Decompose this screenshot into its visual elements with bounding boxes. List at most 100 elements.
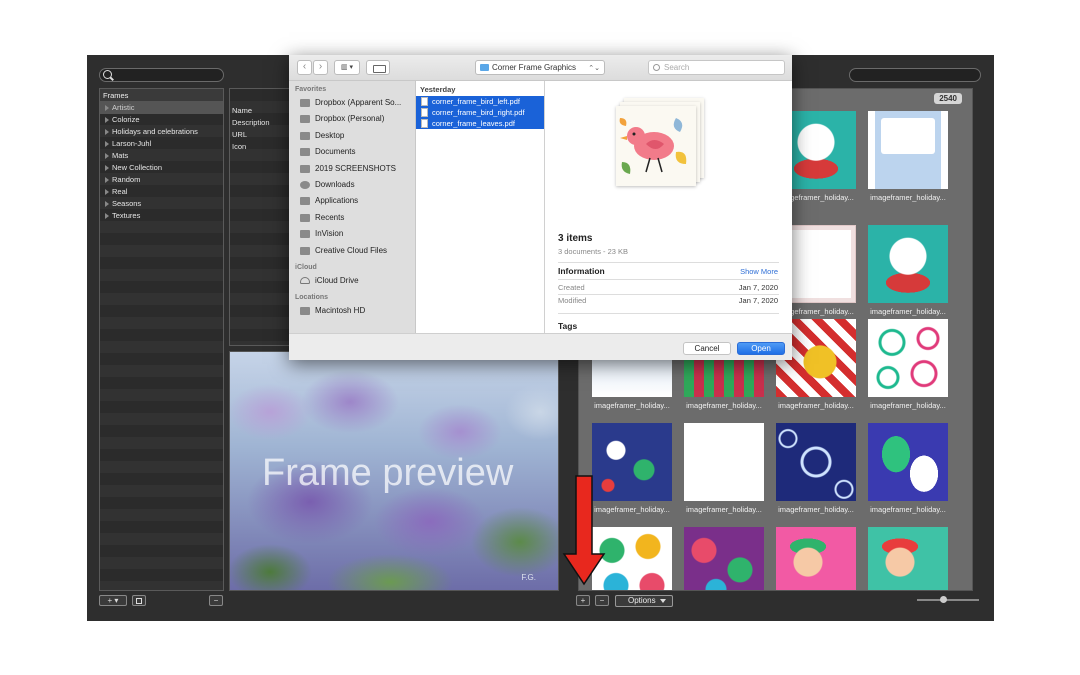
detail-field-label: Description — [232, 118, 270, 127]
items-count: 3 items — [558, 233, 593, 244]
folder-icon — [300, 115, 310, 124]
dialog-sidebar-item[interactable]: InVision — [289, 226, 415, 242]
file-row[interactable]: corner_frame_leaves.pdf — [416, 118, 544, 129]
file-stack-thumbnail — [616, 98, 704, 188]
disclosure-triangle-icon[interactable] — [105, 177, 109, 183]
image-thumbnail[interactable] — [776, 527, 856, 590]
image-grid-item[interactable]: imageframer_holiday... — [868, 319, 948, 410]
new-folder-button[interactable] — [366, 60, 390, 75]
image-grid-item[interactable]: imageframer_holiday... — [868, 111, 948, 202]
open-button[interactable]: Open — [737, 342, 785, 355]
sidebar-item-label: Holidays and celebrations — [112, 127, 198, 136]
disclosure-triangle-icon[interactable] — [105, 141, 109, 147]
images-search-field[interactable] — [849, 68, 981, 82]
disclosure-triangle-icon[interactable] — [105, 213, 109, 219]
image-thumbnail[interactable] — [684, 423, 764, 501]
sidebar-item[interactable]: Larson-Juhl — [100, 138, 223, 150]
dialog-sidebar-item[interactable]: Creative Cloud Files — [289, 243, 415, 259]
sidebar-item[interactable]: Mats — [100, 150, 223, 162]
image-grid-item[interactable]: imageframer_holiday... — [868, 225, 948, 316]
sidebar-item[interactable]: New Collection — [100, 162, 223, 174]
dialog-sidebar-item[interactable]: Documents — [289, 144, 415, 160]
image-thumbnail[interactable] — [868, 423, 948, 501]
sidebar-item[interactable]: Random — [100, 174, 223, 186]
dialog-sidebar-item[interactable]: Dropbox (Apparent So... — [289, 95, 415, 111]
file-row[interactable]: corner_frame_bird_right.pdf — [416, 107, 544, 118]
image-caption: imageframer_holiday... — [778, 505, 854, 514]
location-label: Corner Frame Graphics — [492, 63, 577, 72]
dialog-sidebar-item[interactable]: iCloud Drive — [289, 273, 415, 289]
image-grid-item[interactable] — [776, 527, 856, 590]
share-button[interactable] — [132, 595, 146, 606]
sidebar-item-label: Artistic — [112, 103, 135, 112]
image-thumbnail[interactable] — [684, 527, 764, 590]
disclosure-triangle-icon[interactable] — [105, 129, 109, 135]
sidebar-item[interactable]: Textures — [100, 210, 223, 222]
sidebar-item[interactable]: Holidays and celebrations — [100, 126, 223, 138]
cancel-button[interactable]: Cancel — [683, 342, 731, 355]
add-image-button[interactable]: + — [576, 595, 590, 606]
dialog-sidebar-item[interactable]: Macintosh HD — [289, 303, 415, 319]
search-icon — [103, 70, 112, 79]
image-grid-item[interactable]: imageframer_holiday... — [776, 423, 856, 514]
show-more-link[interactable]: Show More — [740, 267, 778, 276]
sidebar-item-label: Real — [112, 187, 128, 196]
dialog-sidebar-item[interactable]: Desktop — [289, 128, 415, 144]
folder-icon — [300, 246, 310, 255]
selection-preview-pane: 3 items 3 documents - 23 KB Information … — [545, 81, 792, 333]
image-grid-item[interactable]: imageframer_holiday... — [868, 423, 948, 514]
disclosure-triangle-icon[interactable] — [105, 105, 109, 111]
dialog-sidebar-item[interactable]: Downloads — [289, 177, 415, 193]
add-frame-menu-button[interactable]: + ▾ — [99, 595, 127, 606]
sidebar-item-label: Larson-Juhl — [112, 139, 152, 148]
dialog-sidebar-item[interactable]: Recents — [289, 210, 415, 226]
dialog-sidebar-item[interactable]: Dropbox (Personal) — [289, 111, 415, 127]
disclosure-triangle-icon[interactable] — [105, 201, 109, 207]
disclosure-triangle-icon[interactable] — [105, 189, 109, 195]
slider-knob[interactable] — [940, 596, 947, 603]
disclosure-triangle-icon[interactable] — [105, 165, 109, 171]
image-thumbnail[interactable] — [868, 225, 948, 303]
dialog-sidebar-item-label: Dropbox (Personal) — [315, 114, 385, 124]
frame-preview: Frame preview F.G. — [229, 351, 559, 591]
detail-field-label: URL — [232, 130, 248, 139]
dialog-sidebar-item-label: iCloud Drive — [315, 275, 359, 285]
file-row[interactable]: corner_frame_bird_left.pdf — [416, 96, 544, 107]
frames-sidebar: Frames Artistic Colorize Holidays and cele… — [99, 88, 224, 591]
disclosure-triangle-icon[interactable] — [105, 117, 109, 123]
disclosure-triangle-icon[interactable] — [105, 153, 109, 159]
locations-section-header: Locations — [295, 294, 329, 302]
remove-image-button[interactable]: − — [595, 595, 609, 606]
sidebar-item-label: Seasons — [112, 199, 142, 208]
image-thumbnail[interactable] — [868, 111, 948, 189]
created-label: Created — [558, 283, 585, 292]
sidebar-item[interactable]: Real — [100, 186, 223, 198]
sidebar-item[interactable]: Colorize — [100, 114, 223, 126]
image-thumbnail[interactable] — [868, 319, 948, 397]
back-button[interactable]: ‹ — [297, 60, 312, 75]
image-grid-item[interactable] — [684, 527, 764, 590]
thumbnail-size-slider[interactable] — [917, 599, 979, 601]
image-thumbnail[interactable] — [776, 423, 856, 501]
file-name: corner_frame_bird_right.pdf — [432, 108, 525, 117]
view-mode-button[interactable]: ▥ ▾ — [334, 60, 360, 75]
options-dropdown[interactable]: Options — [615, 595, 673, 607]
detail-field-label: Name — [232, 106, 253, 115]
image-grid-item[interactable] — [868, 527, 948, 590]
sidebar-item[interactable]: Seasons — [100, 198, 223, 210]
dialog-sidebar-item[interactable]: 2019 SCREENSHOTS — [289, 161, 415, 177]
dialog-sidebar-item-label: Dropbox (Apparent So... — [315, 98, 402, 107]
dialog-sidebar-item-label: 2019 SCREENSHOTS — [315, 163, 396, 173]
location-popup[interactable]: Corner Frame Graphics ⌃⌄ — [475, 60, 605, 75]
dialog-search-input[interactable]: Search — [648, 60, 785, 75]
image-caption: imageframer_holiday... — [778, 401, 854, 410]
image-grid-item[interactable]: imageframer_holiday... — [684, 423, 764, 514]
bird-illustration — [619, 118, 687, 174]
image-thumbnail[interactable] — [868, 527, 948, 590]
sidebar-item-label: Colorize — [112, 115, 140, 124]
remove-frame-button[interactable]: − — [209, 595, 223, 606]
sidebar-item[interactable]: Artistic — [100, 102, 223, 114]
forward-button[interactable]: › — [313, 60, 328, 75]
dialog-sidebar-item[interactable]: Applications — [289, 193, 415, 209]
frames-search-field[interactable] — [99, 68, 224, 82]
